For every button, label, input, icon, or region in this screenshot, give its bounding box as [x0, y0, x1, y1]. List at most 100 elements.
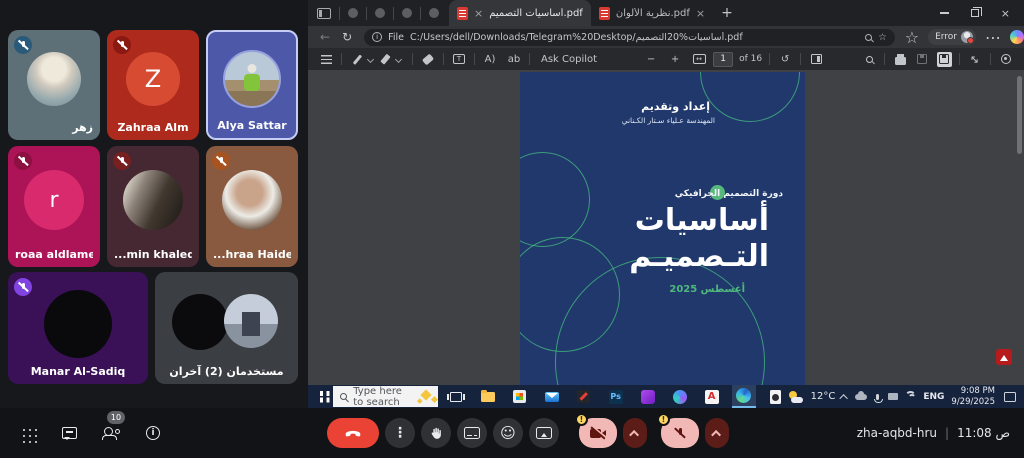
chat-button[interactable] [56, 420, 82, 446]
captions-button[interactable] [457, 418, 487, 448]
participant-tile[interactable]: زهر [8, 30, 100, 140]
wifi-icon[interactable] [905, 391, 917, 402]
scrollbar-thumb[interactable] [1017, 76, 1022, 154]
search-placeholder: Type here to search [353, 385, 402, 408]
highlight-button[interactable] [377, 51, 393, 67]
purple-app-button[interactable] [636, 385, 660, 408]
present-icon [536, 427, 552, 439]
tray-expand-icon[interactable] [839, 393, 849, 403]
tab-asasiyat-altasmim[interactable]: × أساسيات التصميم.pdf [449, 0, 591, 26]
read-aloud-icon: A) [484, 53, 496, 65]
save-button[interactable] [914, 51, 930, 67]
participant-tile[interactable]: ...min khaled [107, 146, 199, 267]
save-as-button[interactable] [936, 51, 952, 67]
taskbar-search[interactable]: Type here to search [333, 385, 438, 408]
divider [769, 53, 771, 65]
ask-copilot-button[interactable]: Ask Copilot [541, 54, 597, 65]
draw-button[interactable] [349, 51, 365, 67]
edge-button-active[interactable] [731, 385, 756, 408]
mic-options-chevron[interactable] [705, 418, 729, 448]
copilot-icon[interactable] [1010, 30, 1024, 44]
print-button[interactable] [892, 51, 908, 67]
erase-button[interactable] [420, 51, 436, 67]
store-app-button[interactable] [508, 385, 532, 408]
table-of-contents-button[interactable] [318, 51, 334, 67]
fit-to-width-button[interactable]: ↔ [691, 51, 707, 67]
rotate-button[interactable]: ↺ [777, 51, 793, 67]
participant-tile-active-speaker[interactable]: Alya Sattar [206, 30, 298, 140]
tab-nazariyat-alalwan[interactable]: نظرية الألوان.pdf × [591, 0, 713, 26]
restore-button[interactable] [970, 6, 983, 17]
reactions-button[interactable]: ☺ [493, 418, 523, 448]
photoshop-icon: Ps [608, 389, 623, 404]
collections-star-icon[interactable]: ☆ [905, 28, 919, 47]
leave-call-button[interactable] [327, 418, 379, 448]
add-text-button[interactable]: T [451, 51, 467, 67]
read-aloud-button[interactable]: A) [482, 51, 498, 67]
page-info-icon[interactable]: i [372, 32, 383, 42]
letter-a-app-button[interactable]: A [700, 385, 724, 408]
translate-button[interactable]: ab [506, 51, 522, 67]
tab-actions-icon[interactable] [317, 7, 331, 19]
present-screen-button[interactable] [529, 418, 559, 448]
info-button[interactable]: i [140, 420, 166, 446]
settings-more-icon[interactable]: ⋯ [985, 28, 1001, 47]
close-tab-icon[interactable]: × [474, 8, 483, 19]
language-indicator[interactable]: ENG [923, 392, 944, 402]
search-document-button[interactable] [861, 51, 877, 67]
close-window-button[interactable]: × [1001, 7, 1010, 20]
red-pen-app-button[interactable] [572, 385, 596, 408]
mic-off-button[interactable]: ! [657, 413, 699, 448]
participant-tile[interactable]: Manar Al-Sadiq [8, 272, 148, 384]
clock-date: 9/29/2025 [951, 396, 995, 407]
others-tile[interactable]: مستخدمان (2) آخران [155, 272, 298, 384]
fullscreen-button[interactable]: ↔ [967, 51, 983, 67]
url-bar[interactable]: i File C:/Users/dell/Downloads/Telegram%… [364, 28, 895, 46]
avatar [223, 294, 278, 348]
taskbar-clock[interactable]: 9:08 PM 9/29/2025 [951, 386, 995, 406]
participant-tile[interactable]: ...hraa Haider [206, 146, 298, 267]
open-in-acrobat-button[interactable] [996, 349, 1012, 365]
ghost-tab-favicon[interactable] [375, 8, 385, 18]
ghost-tab-favicon[interactable] [429, 8, 439, 18]
ghost-tab-favicon[interactable] [402, 8, 412, 18]
participants-button[interactable]: 10 [98, 411, 125, 446]
start-button[interactable] [320, 390, 324, 397]
camera-options-chevron[interactable] [623, 418, 647, 448]
reload-icon[interactable]: ↻ [342, 30, 352, 44]
raise-hand-button[interactable] [421, 418, 451, 448]
chevron-down-icon[interactable] [366, 55, 375, 63]
profile-button[interactable]: Error [928, 29, 976, 45]
more-options-button[interactable]: ⋮ [385, 418, 415, 448]
zoom-page-icon[interactable] [865, 33, 873, 41]
notification-center-icon[interactable] [1004, 391, 1016, 402]
chevron-down-icon[interactable] [394, 55, 403, 63]
document-app-button[interactable] [764, 385, 788, 408]
round-app-button[interactable] [668, 385, 692, 408]
search-icon [865, 55, 873, 63]
participant-tile[interactable]: r roaa aldlame [8, 146, 100, 267]
ghost-tab-favicon[interactable] [348, 8, 358, 18]
weather-icon[interactable] [788, 390, 804, 403]
camera-off-button[interactable]: ! [575, 413, 617, 448]
usb-icon[interactable] [888, 393, 899, 400]
weather-temp[interactable]: 12°C [811, 391, 836, 402]
close-tab-icon[interactable]: × [696, 8, 705, 19]
onedrive-icon[interactable] [855, 390, 868, 400]
minimize-button[interactable] [939, 12, 949, 14]
settings-button[interactable] [998, 51, 1014, 67]
file-explorer-button[interactable] [476, 385, 500, 408]
page-view-button[interactable] [808, 51, 824, 67]
page-number-input[interactable]: 1 [713, 51, 734, 67]
mail-app-button[interactable] [540, 385, 564, 408]
back-icon[interactable]: ← [320, 30, 330, 44]
photoshop-button[interactable]: Ps [604, 385, 628, 408]
task-view-button[interactable] [444, 385, 468, 408]
layout-apps-button[interactable] [14, 420, 40, 446]
participant-tile[interactable]: Z Zahraa Alm [107, 30, 199, 140]
new-tab-button[interactable]: + [721, 5, 733, 21]
zoom-in-button[interactable]: + [667, 51, 683, 67]
favorite-star-icon[interactable]: ☆ [878, 32, 887, 43]
tray-mic-icon[interactable] [874, 393, 884, 403]
zoom-out-button[interactable]: − [643, 51, 659, 67]
